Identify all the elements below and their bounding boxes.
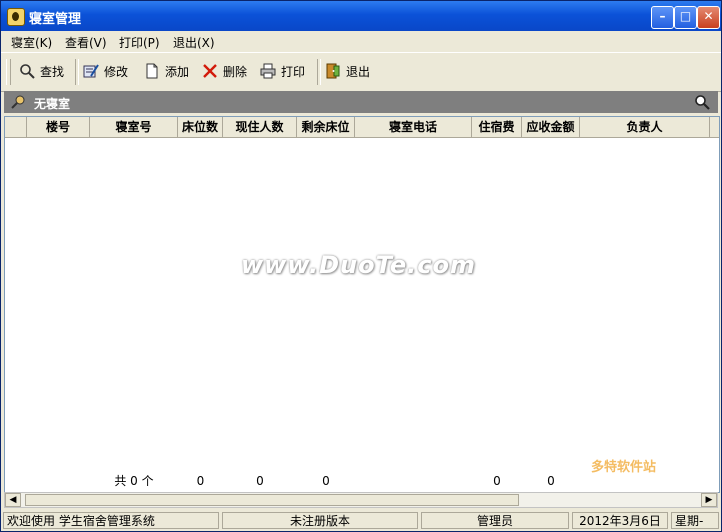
exit-label: 退出 <box>346 65 371 79</box>
footer-free-beds: 0 <box>322 474 330 488</box>
status-bar: 欢迎使用 学生宿舍管理系统 未注册版本 管理员 2012年3月6日 星期- <box>1 510 721 531</box>
row-indicator-header <box>5 117 27 137</box>
status-date: 2012年3月6日 <box>572 512 668 529</box>
column-room-no[interactable]: 寝室号 <box>90 117 178 137</box>
menu-bar: 寝室(K) 查看(V) 打印(P) 退出(X) <box>1 31 721 51</box>
column-beds[interactable]: 床位数 <box>178 117 223 137</box>
footer-count: 共 0 个 <box>114 474 154 488</box>
toolbar-separator <box>317 59 321 85</box>
edit-label: 修改 <box>104 65 129 79</box>
table-footer: 共 0 个 0 0 0 0 0 <box>5 473 719 489</box>
dorm-table[interactable]: 楼号 寝室号 床位数 现住人数 剩余床位 寝室电话 住宿费 应收金额 负责人 共… <box>4 116 720 493</box>
menu-view[interactable]: 查看(V) <box>65 34 107 51</box>
search-icon[interactable] <box>694 94 710 110</box>
status-version: 未注册版本 <box>222 512 418 529</box>
status-welcome: 欢迎使用 学生宿舍管理系统 <box>3 512 219 529</box>
minimize-button[interactable]: – <box>651 6 674 29</box>
scroll-thumb[interactable] <box>25 494 519 506</box>
column-building-no[interactable]: 楼号 <box>27 117 90 137</box>
key-icon <box>11 95 25 109</box>
close-button[interactable]: ✕ <box>697 6 720 29</box>
menu-print[interactable]: 打印(P) <box>119 34 160 51</box>
add-label: 添加 <box>165 65 190 79</box>
footer-receivable: 0 <box>547 474 555 488</box>
status-user: 管理员 <box>421 512 569 529</box>
column-fee[interactable]: 住宿费 <box>472 117 522 137</box>
exit-button[interactable]: 退出 <box>325 62 370 82</box>
toolbar: 查找 修改 添加 删除 打印 退出 <box>1 52 721 92</box>
column-receivable[interactable]: 应收金额 <box>522 117 580 137</box>
footer-occupants: 0 <box>256 474 264 488</box>
panel-header: 无寝室 <box>4 91 718 113</box>
edit-button[interactable]: 修改 <box>83 62 128 82</box>
maximize-button[interactable]: □ <box>674 6 697 29</box>
menu-dorm[interactable]: 寝室(K) <box>11 34 52 51</box>
title-bar[interactable]: 寝室管理 – □ ✕ <box>1 1 721 31</box>
scroll-left-icon[interactable]: ◀ <box>5 493 21 507</box>
add-button[interactable]: 添加 <box>144 62 189 82</box>
column-phone[interactable]: 寝室电话 <box>355 117 472 137</box>
menu-exit[interactable]: 退出(X) <box>173 34 215 51</box>
horizontal-scrollbar[interactable]: ◀ ▶ <box>4 492 718 508</box>
watermark-text: www.DuoTe.com <box>241 251 476 279</box>
table-header: 楼号 寝室号 床位数 现住人数 剩余床位 寝室电话 住宿费 应收金额 负责人 <box>5 117 719 138</box>
exit-door-icon <box>326 63 340 79</box>
column-free-beds[interactable]: 剩余床位 <box>297 117 355 137</box>
main-window: 寝室管理 – □ ✕ 寝室(K) 查看(V) 打印(P) 退出(X) 查找 修改… <box>0 0 722 532</box>
scroll-right-icon[interactable]: ▶ <box>701 493 717 507</box>
footer-beds: 0 <box>196 474 205 488</box>
new-document-icon <box>146 63 158 79</box>
footer-fee: 0 <box>493 474 501 488</box>
magnifier-icon <box>20 64 35 79</box>
printer-icon <box>260 63 276 79</box>
search-label: 查找 <box>40 65 65 79</box>
app-icon <box>7 8 25 26</box>
watermark-logo: 多特软件站 <box>591 460 657 475</box>
print-label: 打印 <box>281 65 306 79</box>
panel-title: 无寝室 <box>34 97 71 111</box>
delete-x-icon <box>203 64 217 78</box>
delete-label: 删除 <box>223 65 248 79</box>
print-button[interactable]: 打印 <box>260 62 305 82</box>
column-manager[interactable]: 负责人 <box>580 117 710 137</box>
delete-button[interactable]: 删除 <box>202 62 247 82</box>
search-button[interactable]: 查找 <box>19 62 64 82</box>
toolbar-grip[interactable] <box>6 59 11 85</box>
window-title: 寝室管理 <box>29 12 82 27</box>
status-weekday: 星期- <box>671 512 719 529</box>
column-occupants[interactable]: 现住人数 <box>223 117 297 137</box>
toolbar-separator <box>75 59 79 85</box>
edit-icon <box>83 64 99 78</box>
